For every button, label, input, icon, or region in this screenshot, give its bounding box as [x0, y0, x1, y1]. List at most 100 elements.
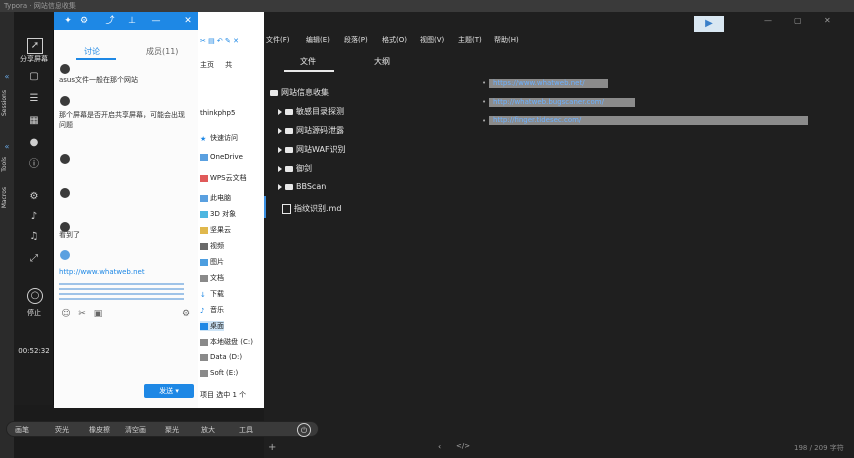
explorer-item[interactable]: 3D 对象 [200, 209, 236, 219]
add-file-icon[interactable]: + [268, 442, 276, 453]
menu-paragraph[interactable]: 段落(P) [344, 34, 368, 46]
settings-icon[interactable]: ⚙ [180, 308, 192, 320]
menu-view[interactable]: 视图(V) [420, 34, 444, 46]
camera-icon[interactable]: ▢ [27, 70, 41, 84]
menu-help[interactable]: 帮助(H) [494, 34, 519, 46]
close-icon[interactable]: ✕ [824, 16, 831, 25]
tree-folder[interactable]: 网站源码泄露 [278, 125, 344, 136]
emoji-icon[interactable]: ☺ [60, 308, 72, 320]
tab-outline[interactable]: 大纲 [374, 56, 390, 67]
rail-macros[interactable]: Macros [1, 187, 8, 208]
file-tree: 网站信息收集 敏感目录探测 网站源码泄露 网站WAF识别 御剑 BBScan 指… [264, 82, 474, 282]
menu-edit[interactable]: 编辑(E) [306, 34, 330, 46]
image-icon[interactable]: ▣ [92, 308, 104, 320]
explorer-item[interactable]: ♪ 音乐 [200, 305, 224, 315]
close-icon[interactable]: ✕ [182, 15, 194, 27]
stop-label: 停止 [27, 309, 41, 317]
tool-clear[interactable]: 清空画 [125, 425, 146, 435]
explorer-item[interactable]: Soft (E:) [200, 369, 238, 377]
list-bullet: • [482, 79, 487, 87]
explorer-item[interactable]: OneDrive [200, 153, 243, 161]
avatar [60, 96, 70, 106]
minimize-icon[interactable]: — [764, 16, 772, 25]
link-tidesec[interactable]: http://finger.tidesec.com/ [489, 116, 808, 125]
tool-eraser[interactable]: 橡皮擦 [89, 425, 110, 435]
share-screen-icon[interactable]: ➚ [27, 38, 43, 54]
explorer-item[interactable]: 视频 [200, 241, 224, 251]
grid-icon[interactable]: ▦ [27, 114, 41, 128]
tool-highlighter[interactable]: 荧光 [55, 425, 69, 435]
pin-icon[interactable]: ✦ [62, 15, 74, 27]
tab-members[interactable]: 成员(11) [146, 46, 178, 57]
tool-pen[interactable]: 画笔 [15, 425, 29, 435]
menubar: 文件(F) 编辑(E) 段落(P) 格式(O) 视图(V) 主题(T) 帮助(H… [264, 34, 854, 46]
rail-sessions[interactable]: Sessions [1, 90, 8, 116]
tab-underline [284, 70, 334, 72]
chat-link-message[interactable]: http://www.whatweb.net [59, 268, 195, 276]
list-bullet: • [482, 117, 487, 125]
explorer-item[interactable]: 文档 [200, 273, 224, 283]
settings-icon[interactable]: ⚙ [27, 190, 41, 204]
tool-spotlight[interactable]: 聚光 [165, 425, 179, 435]
info-icon[interactable]: ⓘ [27, 158, 41, 172]
rail-tools[interactable]: Tools [1, 157, 8, 172]
link-bugscaner[interactable]: http://whatweb.bugscaner.com/ [489, 98, 635, 107]
tree-folder[interactable]: BBScan [278, 182, 326, 191]
editor-titlebar: — ▢ ✕ ▶ [264, 12, 854, 34]
explorer-item[interactable]: WPS云文档 [200, 173, 247, 183]
source-code-icon[interactable]: </> [456, 442, 470, 450]
speaker-icon[interactable]: ♪ [27, 210, 41, 224]
window-titlebar: Typora · 网站信息收集 [0, 0, 854, 12]
avatar [60, 64, 70, 74]
mic-icon[interactable]: ● [27, 136, 41, 150]
minimize-icon[interactable]: — [150, 15, 162, 27]
explorer-item[interactable]: ★ 快速访问 [200, 133, 238, 143]
send-button[interactable]: 发送 ▾ [144, 384, 194, 398]
tool-tools[interactable]: 工具 [239, 425, 253, 435]
pin-window-icon[interactable]: ⊥ [126, 15, 138, 27]
link-whatweb[interactable]: https://www.whatweb.net/ [489, 79, 608, 88]
chevron-left-icon[interactable]: ‹ [438, 442, 441, 451]
menu-format[interactable]: 格式(O) [382, 34, 407, 46]
chevron-left-icon[interactable]: « [2, 142, 12, 152]
left-rail: « Sessions « Tools Macros [0, 12, 14, 458]
explorer-item[interactable]: 此电脑 [200, 193, 231, 203]
popout-icon[interactable]: ⤴ [104, 15, 116, 27]
settings-icon[interactable]: ⚙ [78, 15, 90, 27]
tree-folder[interactable]: 网站WAF识别 [278, 144, 346, 155]
chevron-left-icon[interactable]: « [2, 72, 12, 82]
menu-theme[interactable]: 主题(T) [458, 34, 482, 46]
tree-root-folder[interactable]: 网站信息收集 [270, 87, 329, 98]
annotation-toolbar: 画笔 荧光 橡皮擦 清空画 聚光 放大 工具 ⏻ [6, 421, 319, 437]
tab-files[interactable]: 文件 [300, 56, 316, 67]
tab-discussion[interactable]: 讨论 [84, 46, 100, 57]
chat-message: 看到了 [59, 231, 80, 239]
explorer-item[interactable]: 图片 [200, 257, 224, 267]
expand-icon[interactable]: ⤢ [27, 252, 41, 266]
side-tabs: 文件 大纲 [264, 50, 474, 80]
explorer-item-selected[interactable]: 桌面 [200, 321, 224, 331]
tree-file-active[interactable]: 指纹识别.md [282, 203, 341, 214]
stop-icon[interactable]: ○ [27, 288, 43, 304]
tool-zoom[interactable]: 放大 [201, 425, 215, 435]
explorer-item[interactable]: Data (D:) [200, 353, 242, 361]
avatar [60, 250, 70, 260]
explorer-item[interactable]: 本地磁盘 (C:) [200, 337, 253, 347]
power-icon[interactable]: ⏻ [297, 423, 311, 437]
tab-underline [76, 58, 116, 60]
ribbon-tab-home[interactable]: 主页 共 [200, 60, 232, 70]
music-icon[interactable]: ♫ [27, 230, 41, 244]
explorer-item[interactable]: ↓ 下载 [200, 289, 224, 299]
menu-file[interactable]: 文件(F) [266, 34, 290, 46]
editor-window: — ▢ ✕ ▶ 文件(F) 编辑(E) 段落(P) 格式(O) 视图(V) 主题… [264, 12, 854, 458]
tree-folder[interactable]: 御剑 [278, 163, 312, 174]
scissors-icon[interactable]: ✂ [76, 308, 88, 320]
share-screen-label: 分享屏幕 [20, 55, 48, 63]
toolbar-icons[interactable]: ✂ ▤ ↶ ✎ ✕ [200, 37, 239, 45]
list-icon[interactable]: ☰ [27, 92, 41, 106]
chat-message: asus文件一般在那个网站 [59, 76, 139, 84]
maximize-icon[interactable]: ▢ [794, 16, 802, 25]
explorer-item[interactable]: 坚果云 [200, 225, 231, 235]
tree-folder[interactable]: 敏感目录探测 [278, 106, 344, 117]
chat-link-block[interactable] [59, 280, 184, 300]
